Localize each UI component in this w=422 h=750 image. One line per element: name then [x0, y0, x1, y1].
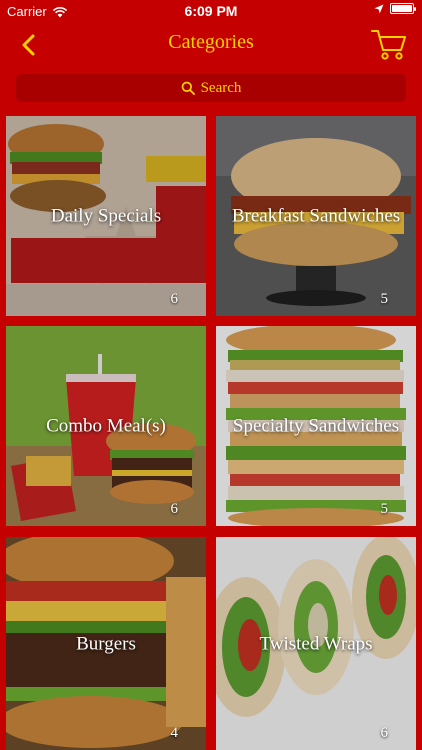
search-bar[interactable]: Search — [16, 74, 406, 102]
category-tile-specialty-sandwiches[interactable]: Specialty Sandwiches 5 — [216, 326, 416, 526]
clock: 6:09 PM — [184, 3, 238, 19]
category-count: 6 — [170, 291, 179, 307]
category-name: Combo Meal(s) — [46, 415, 166, 437]
battery-icon — [390, 3, 416, 14]
category-tile-burgers[interactable]: Burgers 4 — [6, 537, 206, 750]
category-name: Burgers — [76, 633, 136, 654]
search-icon — [181, 81, 195, 95]
category-count: 4 — [170, 725, 179, 741]
category-tile-combo-meals[interactable]: Combo Meal(s) 6 — [6, 326, 206, 526]
page-title: Categories — [168, 31, 254, 53]
navigation-bar: Categories — [0, 22, 422, 66]
category-name: Daily Specials — [50, 205, 162, 227]
category-tile-twisted-wraps[interactable]: Twisted Wraps 6 — [216, 537, 416, 750]
location-arrow-icon — [374, 4, 384, 13]
status-right — [374, 3, 416, 14]
category-count: 5 — [380, 501, 389, 517]
category-count: 5 — [380, 291, 389, 307]
status-bar: Carrier 6:09 PM — [0, 0, 422, 22]
category-count: 6 — [380, 725, 389, 741]
category-name: Twisted Wraps — [259, 633, 373, 654]
category-tile-daily-specials[interactable]: Daily Specials 6 — [6, 116, 206, 316]
category-count: 6 — [170, 501, 179, 517]
shopping-cart-icon — [371, 30, 406, 60]
category-name: Specialty Sandwiches — [232, 415, 400, 437]
search-label: Search — [200, 79, 242, 96]
cart-button[interactable] — [370, 26, 408, 62]
category-tile-breakfast-sandwiches[interactable]: Breakfast Sandwiches 5 — [216, 116, 416, 316]
category-name: Breakfast Sandwiches — [231, 205, 401, 227]
